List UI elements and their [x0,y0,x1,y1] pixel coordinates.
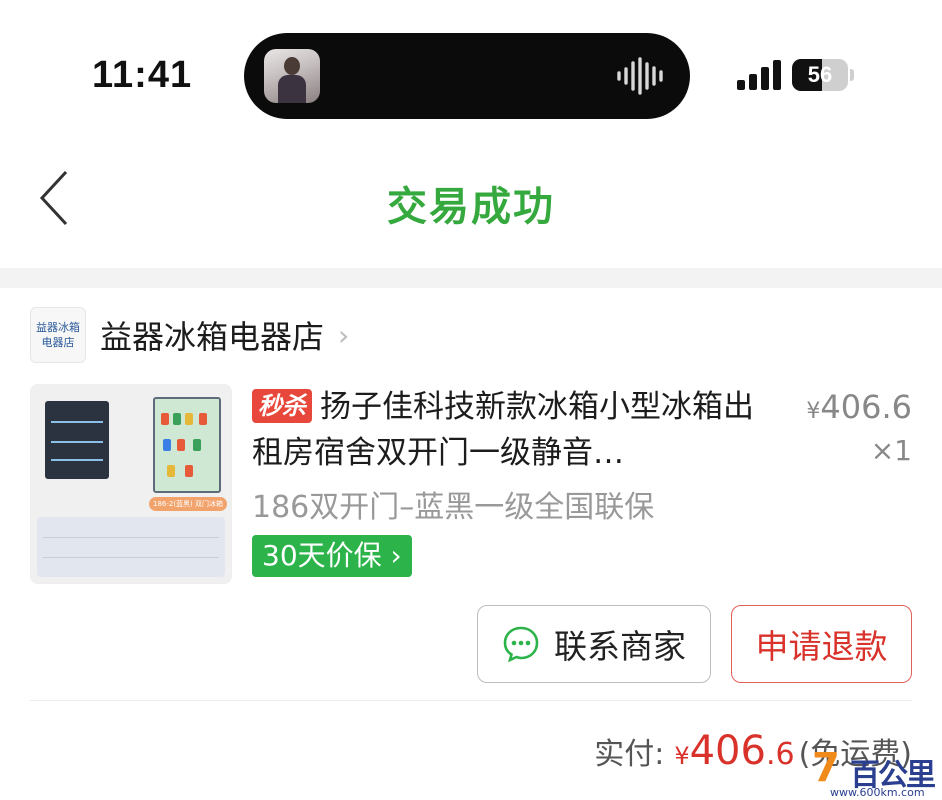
watermark-logo: 7 百公里 www.600km.com [812,745,936,799]
status-time: 11:41 [92,54,193,96]
product-thumbnail[interactable]: 186-2(蓝黑) 双门冰箱 [30,384,232,584]
divider [30,700,912,701]
shop-row[interactable]: 益器冰箱 电器店 益器冰箱电器店 › [30,307,910,363]
request-refund-button[interactable]: 申请退款 [731,605,912,683]
total-amount-decimal: .6 [765,737,795,772]
thumbnail-badge: 186-2(蓝黑) 双门冰箱 [149,497,227,511]
status-bar: 11:41 56 [0,0,942,140]
shop-name: 益器冰箱电器店 [100,318,325,356]
now-playing-avatar [264,49,320,103]
contact-seller-button[interactable]: 联系商家 [477,605,711,683]
cellular-signal-icon [737,60,781,90]
dynamic-island[interactable] [244,33,690,119]
request-refund-label: 申请退款 [755,627,888,666]
unit-price: ¥406.6 [806,388,912,426]
total-paid-row: 实付: ¥406.6 (免运费) [0,728,912,774]
chevron-right-icon: › [338,318,350,352]
product-title-text: 扬子佳科技新款冰箱小型冰箱出租房宿舍双开门一级静音… [252,389,754,471]
audio-waveform-icon [617,57,663,95]
total-amount-int: 406 [689,728,766,774]
price-guarantee-badge[interactable]: 30天价保 › [252,535,412,577]
section-divider [0,268,942,288]
battery-icon: 56 [792,59,848,91]
contact-seller-label: 联系商家 [554,627,686,666]
price-column: ¥406.6 ×1 [790,386,912,469]
nav-bar: 交易成功 [0,140,942,260]
total-currency: ¥ [674,742,690,770]
quantity: ×1 [870,434,912,467]
flash-sale-tag: 秒杀 [252,389,312,423]
shop-logo: 益器冰箱 电器店 [30,307,86,363]
product-title[interactable]: 秒杀 扬子佳科技新款冰箱小型冰箱出租房宿舍双开门一级静音… [252,384,772,476]
total-label: 实付: [594,737,665,772]
chat-icon [503,626,539,663]
battery-percent: 56 [807,62,833,87]
product-spec: 186双开门–蓝黑一级全国联保 [252,490,655,525]
page-title: 交易成功 [387,184,555,230]
